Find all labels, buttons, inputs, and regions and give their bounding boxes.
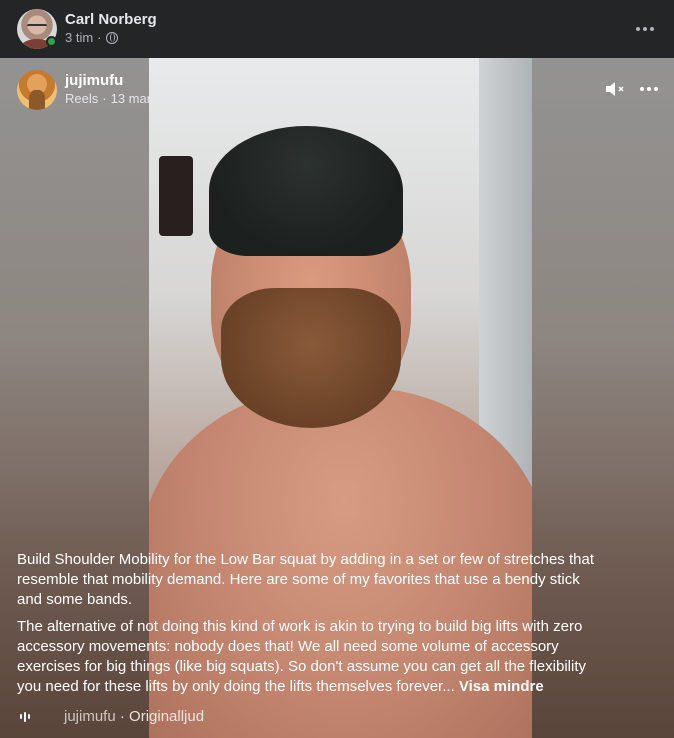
globe-icon[interactable] (105, 32, 118, 44)
reel-account-info: jujimufu Reels · 13 mar · (65, 72, 175, 108)
video-person-beard (221, 288, 401, 428)
author-info: Carl Norberg 3 tim · (65, 11, 157, 47)
reel-source[interactable]: Reels (65, 90, 98, 108)
reel-caption: Build Shoulder Mobility for the Low Bar … (17, 550, 597, 704)
meta-separator: · (97, 30, 102, 45)
more-horizontal-icon (640, 87, 658, 91)
online-status-icon (46, 36, 57, 47)
more-horizontal-icon (636, 27, 654, 31)
reel-player[interactable]: jujimufu Reels · 13 mar · Build Shoulder… (0, 58, 674, 738)
reel-meta: Reels · 13 mar · (65, 90, 175, 108)
reel-meta-separator-2: · (155, 91, 160, 106)
author-name[interactable]: Carl Norberg (65, 11, 157, 29)
reel-header: jujimufu Reels · 13 mar · (17, 70, 175, 110)
caption-paragraph-1: Build Shoulder Mobility for the Low Bar … (17, 551, 594, 608)
mute-button[interactable] (604, 79, 628, 99)
instagram-icon (163, 93, 175, 105)
reel-date[interactable]: 13 mar (111, 90, 151, 108)
post-header: Carl Norberg 3 tim · (0, 0, 674, 58)
reel-account-name[interactable]: jujimufu (65, 72, 174, 90)
audio-user[interactable]: jujimufu (64, 708, 116, 725)
avatar-glasses (27, 24, 47, 29)
author-avatar[interactable] (17, 9, 57, 49)
reel-more-button[interactable] (638, 79, 660, 99)
see-less-link[interactable]: Visa mindre (459, 678, 544, 695)
audio-track[interactable]: Originalljud (129, 708, 204, 725)
audio-separator: · (119, 708, 125, 725)
video-person-beanie (209, 126, 403, 256)
post-meta: 3 tim · (65, 29, 157, 47)
post-time[interactable]: 3 tim (65, 29, 93, 47)
reel-account-avatar[interactable] (17, 70, 57, 110)
post-more-button[interactable] (634, 18, 656, 40)
caption-paragraph-2: The alternative of not doing this kind o… (17, 617, 597, 697)
audio-wave-icon (20, 710, 34, 724)
audio-label[interactable]: jujimufu · Originalljud (64, 708, 204, 725)
video-bottle (159, 156, 193, 236)
audio-row[interactable]: jujimufu · Originalljud (20, 708, 204, 725)
reel-meta-separator: · (102, 91, 107, 106)
speaker-muted-icon (606, 82, 624, 96)
